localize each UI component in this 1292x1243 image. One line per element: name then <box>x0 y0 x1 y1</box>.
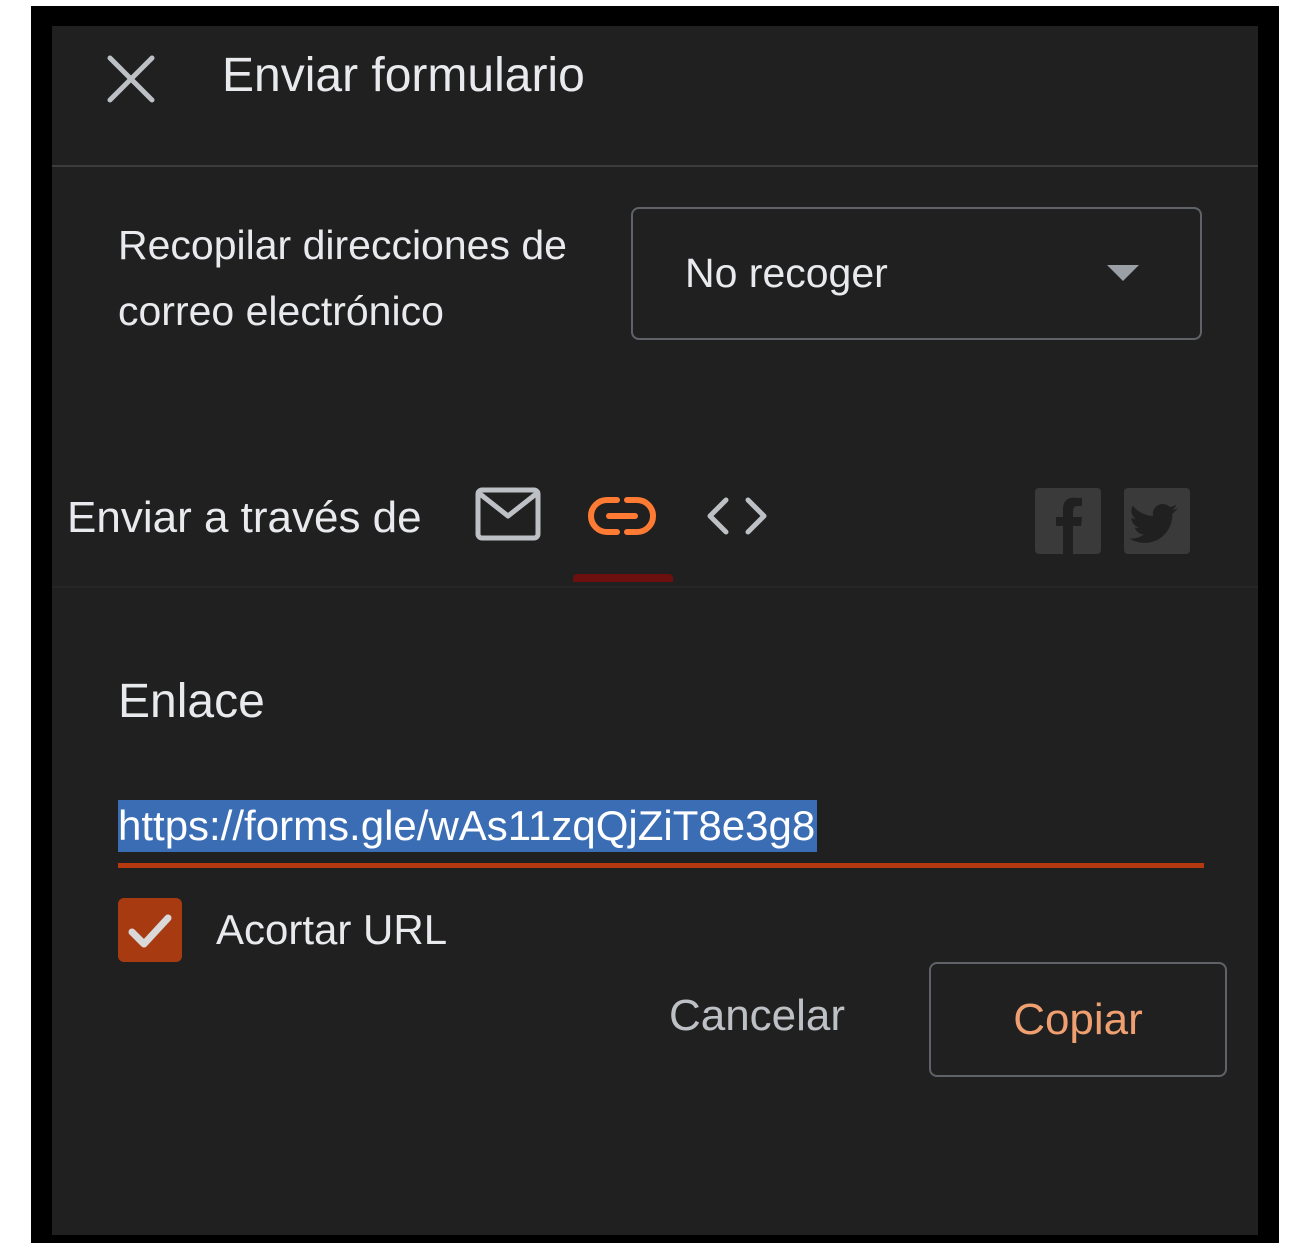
dialog-title: Enviar formulario <box>222 49 585 102</box>
send-via-label: Enviar a través de <box>67 493 422 542</box>
send-via-bar: Enviar a través de <box>52 456 1258 588</box>
url-field-underline <box>118 863 1204 868</box>
link-icon[interactable] <box>587 476 657 556</box>
active-tab-indicator <box>573 574 673 582</box>
collect-emails-label: Recopilar direcciones de correo electrón… <box>118 222 567 334</box>
twitter-icon[interactable] <box>1124 488 1190 554</box>
url-text-selected[interactable]: https://forms.gle/wAs11zqQjZiT8e3g8 <box>118 800 818 852</box>
url-field[interactable]: https://forms.gle/wAs11zqQjZiT8e3g8 <box>118 796 1204 872</box>
collect-emails-selected: No recoger <box>685 250 888 296</box>
embed-code-icon[interactable] <box>702 476 772 556</box>
dropdown-caret-icon <box>1107 265 1139 281</box>
dialog-header: Enviar formulario <box>52 26 1258 167</box>
cancel-button[interactable]: Cancelar <box>632 966 882 1066</box>
shorten-url-checkbox[interactable] <box>118 898 182 962</box>
checkmark-icon <box>128 914 172 948</box>
collect-emails-dropdown[interactable]: No recoger <box>631 207 1202 340</box>
mail-icon[interactable] <box>475 476 541 556</box>
close-icon[interactable] <box>104 52 158 106</box>
shorten-url-label: Acortar URL <box>216 906 448 953</box>
copy-button[interactable]: Copiar <box>929 962 1227 1077</box>
send-form-dialog: Enviar formulario Recopilar direcciones … <box>52 26 1258 1235</box>
facebook-icon[interactable] <box>1035 488 1101 554</box>
link-section-heading: Enlace <box>118 675 265 728</box>
